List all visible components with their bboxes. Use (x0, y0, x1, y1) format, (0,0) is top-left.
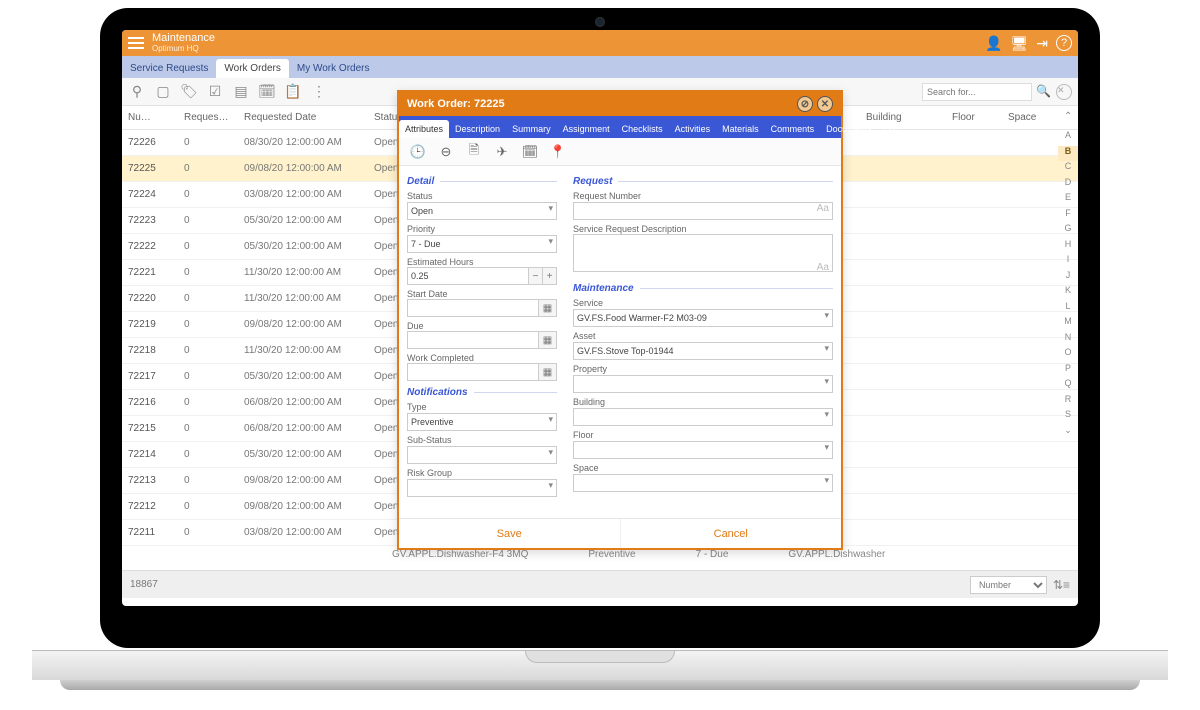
clear-search-icon[interactable]: ✕ (1056, 84, 1072, 100)
app-screen: Maintenance Optimum HQ 👤 🖥 ⇥ ? Service R… (122, 30, 1078, 606)
clipboard-icon[interactable]: 📋 (284, 83, 302, 101)
col-requests[interactable]: Reques… (178, 112, 238, 123)
laptop-base-bottom (60, 680, 1140, 690)
tab-my-work-orders[interactable]: My Work Orders (289, 59, 378, 78)
alpha-letter-f[interactable]: F (1058, 208, 1078, 224)
app-title: Maintenance (152, 33, 215, 44)
alpha-letter-g[interactable]: G (1058, 223, 1078, 239)
alpha-letter-i[interactable]: I (1058, 254, 1078, 270)
alpha-scroll-up[interactable]: ⌃ (1058, 111, 1078, 125)
table-row[interactable]: 72211003/08/20 12:00:00 AMOpen (122, 520, 1078, 546)
laptop-frame: Maintenance Optimum HQ 👤 🖥 ⇥ ? Service R… (100, 8, 1100, 648)
more-icon[interactable]: ⋮ (310, 83, 328, 101)
table-row[interactable]: 72215006/08/20 12:00:00 AMOpen (122, 416, 1078, 442)
toolbar: ⚲ ▢ 🏷 ☑ ▤ 🗓 📋 ⋮ 🔍 ✕ (122, 78, 1078, 106)
export-icon[interactable]: ⇥ (1036, 35, 1048, 52)
folder-icon[interactable]: ▢ (154, 83, 172, 101)
camera-dot (595, 17, 605, 27)
table-row[interactable]: 72218011/30/20 12:00:00 AMOpen (122, 338, 1078, 364)
laptop-notch (525, 651, 675, 663)
alpha-letter-n[interactable]: N (1058, 332, 1078, 348)
help-icon[interactable]: ? (1056, 35, 1072, 51)
table-row[interactable]: 72213009/08/20 12:00:00 AMOpen (122, 468, 1078, 494)
alpha-letter-b[interactable]: B (1058, 146, 1078, 162)
alpha-letter-r[interactable]: R (1058, 394, 1078, 410)
app-subtitle: Optimum HQ (152, 45, 215, 53)
sort-config-icon[interactable]: ⇅≡ (1053, 578, 1070, 592)
grid-body: 72226008/30/20 12:00:00 AMOpen72225009/0… (122, 130, 1078, 570)
col-requested-date[interactable]: Requested Date (238, 112, 368, 123)
alpha-letter-k[interactable]: K (1058, 285, 1078, 301)
context-tabs: Service Requests Work Orders My Work Ord… (122, 56, 1078, 78)
col-space[interactable]: Space (1002, 112, 1058, 123)
tag-icon[interactable]: 🏷 (180, 83, 198, 101)
tab-service-requests[interactable]: Service Requests (122, 59, 216, 78)
table-row[interactable]: 72214005/30/20 12:00:00 AMOpen (122, 442, 1078, 468)
col-floor[interactable]: Floor (946, 112, 1002, 123)
app-title-block: Maintenance Optimum HQ (152, 33, 215, 53)
search-icon[interactable]: 🔍 (1036, 84, 1052, 100)
menu-icon[interactable] (128, 37, 144, 49)
calendar-icon[interactable]: 🗓 (258, 83, 276, 101)
monitor-icon[interactable]: 🖥 (1010, 35, 1028, 52)
alpha-letter-s[interactable]: S (1058, 409, 1078, 425)
check-icon[interactable]: ☑ (206, 83, 224, 101)
alpha-letter-q[interactable]: Q (1058, 378, 1078, 394)
table-row[interactable]: 72226008/30/20 12:00:00 AMOpen (122, 130, 1078, 156)
alpha-letter-l[interactable]: L (1058, 301, 1078, 317)
alpha-letter-h[interactable]: H (1058, 239, 1078, 255)
filter-icon[interactable]: ⚲ (128, 83, 146, 101)
col-status[interactable]: Status (368, 112, 418, 123)
table-row[interactable]: 72223005/30/20 12:00:00 AMOpen (122, 208, 1078, 234)
table-row[interactable]: 72225009/08/20 12:00:00 AMOpen (122, 156, 1078, 182)
alpha-letter-p[interactable]: P (1058, 363, 1078, 379)
list-icon[interactable]: ▤ (232, 83, 250, 101)
alpha-letter-a[interactable]: A (1058, 130, 1078, 146)
table-row[interactable]: 72222005/30/20 12:00:00 AMOpen (122, 234, 1078, 260)
grid-footer: 18867 Number ⇅≡ (122, 570, 1078, 598)
search-box: 🔍 ✕ (922, 83, 1072, 101)
table-row[interactable]: 72224003/08/20 12:00:00 AMOpen (122, 182, 1078, 208)
table-row[interactable]: 72216006/08/20 12:00:00 AMOpen (122, 390, 1078, 416)
user-icon[interactable]: 👤 (985, 35, 1002, 52)
grid-header: Nu… Reques… Requested Date Status Buildi… (122, 106, 1078, 130)
alpha-strip: ABCDEFGHIJKLMNOPQRS⌄ (1058, 130, 1078, 440)
table-row[interactable]: 72221011/30/20 12:00:00 AMOpen (122, 260, 1078, 286)
col-number[interactable]: Nu… (122, 112, 178, 123)
search-input[interactable] (922, 83, 1032, 101)
header-icons: 👤 🖥 ⇥ ? (985, 35, 1072, 52)
tab-work-orders[interactable]: Work Orders (216, 59, 289, 78)
alpha-letter-m[interactable]: M (1058, 316, 1078, 332)
alpha-letter-e[interactable]: E (1058, 192, 1078, 208)
table-row[interactable]: 72212009/08/20 12:00:00 AMOpen (122, 494, 1078, 520)
laptop-base-top (32, 650, 1168, 680)
app-header: Maintenance Optimum HQ 👤 🖥 ⇥ ? (122, 30, 1078, 56)
row-count: 18867 (130, 579, 158, 590)
sort-select[interactable]: Number (970, 576, 1047, 594)
alpha-letter-d[interactable]: D (1058, 177, 1078, 193)
col-building[interactable]: Building (860, 112, 946, 123)
alpha-letter-j[interactable]: J (1058, 270, 1078, 286)
table-row[interactable]: 72217005/30/20 12:00:00 AMOpen (122, 364, 1078, 390)
alpha-letter-o[interactable]: O (1058, 347, 1078, 363)
table-row[interactable]: 72220011/30/20 12:00:00 AMOpen (122, 286, 1078, 312)
alpha-letter-c[interactable]: C (1058, 161, 1078, 177)
alpha-scroll-down[interactable]: ⌄ (1058, 425, 1078, 441)
table-row[interactable]: 72219009/08/20 12:00:00 AMOpen (122, 312, 1078, 338)
